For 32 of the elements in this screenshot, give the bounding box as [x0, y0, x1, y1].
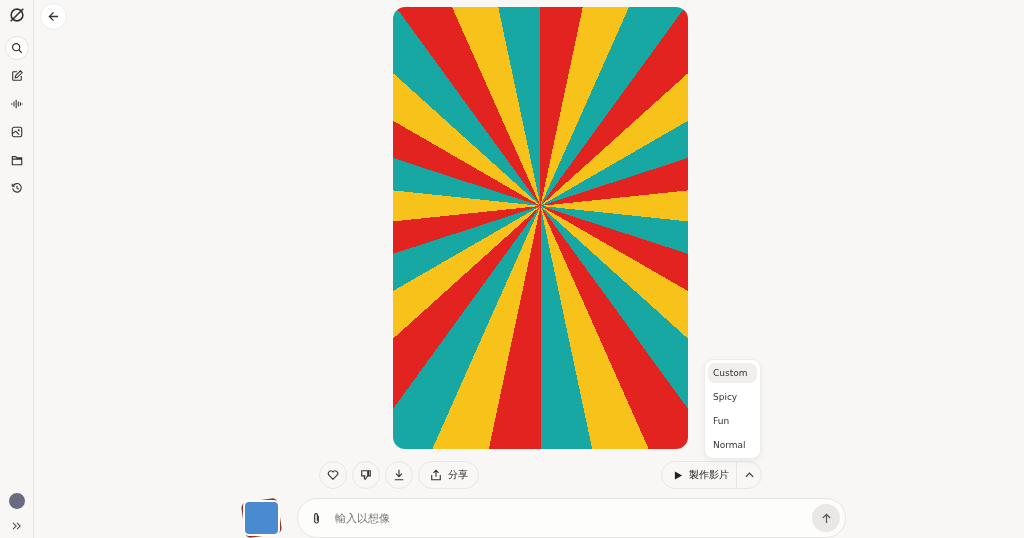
menu-item[interactable]: Fun: [708, 411, 757, 431]
paperclip-icon[interactable]: [312, 511, 321, 525]
menu-item[interactable]: Custom: [708, 363, 757, 383]
waveform-icon: [10, 98, 23, 110]
like-button[interactable]: [319, 461, 347, 489]
search-icon: [10, 42, 23, 54]
download-icon: [393, 469, 405, 481]
prompt-field[interactable]: 輸入以想像: [333, 510, 800, 526]
share-button[interactable]: 分享: [418, 461, 479, 489]
menu-item[interactable]: Spicy: [708, 387, 757, 407]
up-arrow-icon: [820, 512, 832, 524]
avatar[interactable]: [7, 492, 26, 510]
dislike-button[interactable]: [352, 461, 380, 489]
caret-icon: [744, 472, 754, 478]
thumbs-down-icon: [360, 469, 372, 481]
image-thumbnail-stack[interactable]: [242, 499, 281, 537]
search-button[interactable]: [4, 36, 29, 60]
share-icon: [430, 469, 442, 481]
pencil-square-icon: [10, 70, 23, 82]
send-button[interactable]: [812, 504, 840, 532]
menu-item[interactable]: Normal: [708, 435, 757, 455]
folder-icon: [10, 154, 23, 166]
expand-icon[interactable]: [11, 522, 22, 530]
back-button[interactable]: [40, 3, 67, 30]
play-icon: [674, 470, 683, 480]
logo-icon[interactable]: [7, 6, 26, 24]
back-arrow-icon: [48, 11, 59, 22]
history-icon: [10, 182, 23, 194]
image-icon: [10, 126, 23, 138]
heart-icon: [327, 469, 339, 481]
composer-bar[interactable]: 輸入以想像: [297, 498, 846, 538]
download-button[interactable]: [385, 461, 413, 489]
